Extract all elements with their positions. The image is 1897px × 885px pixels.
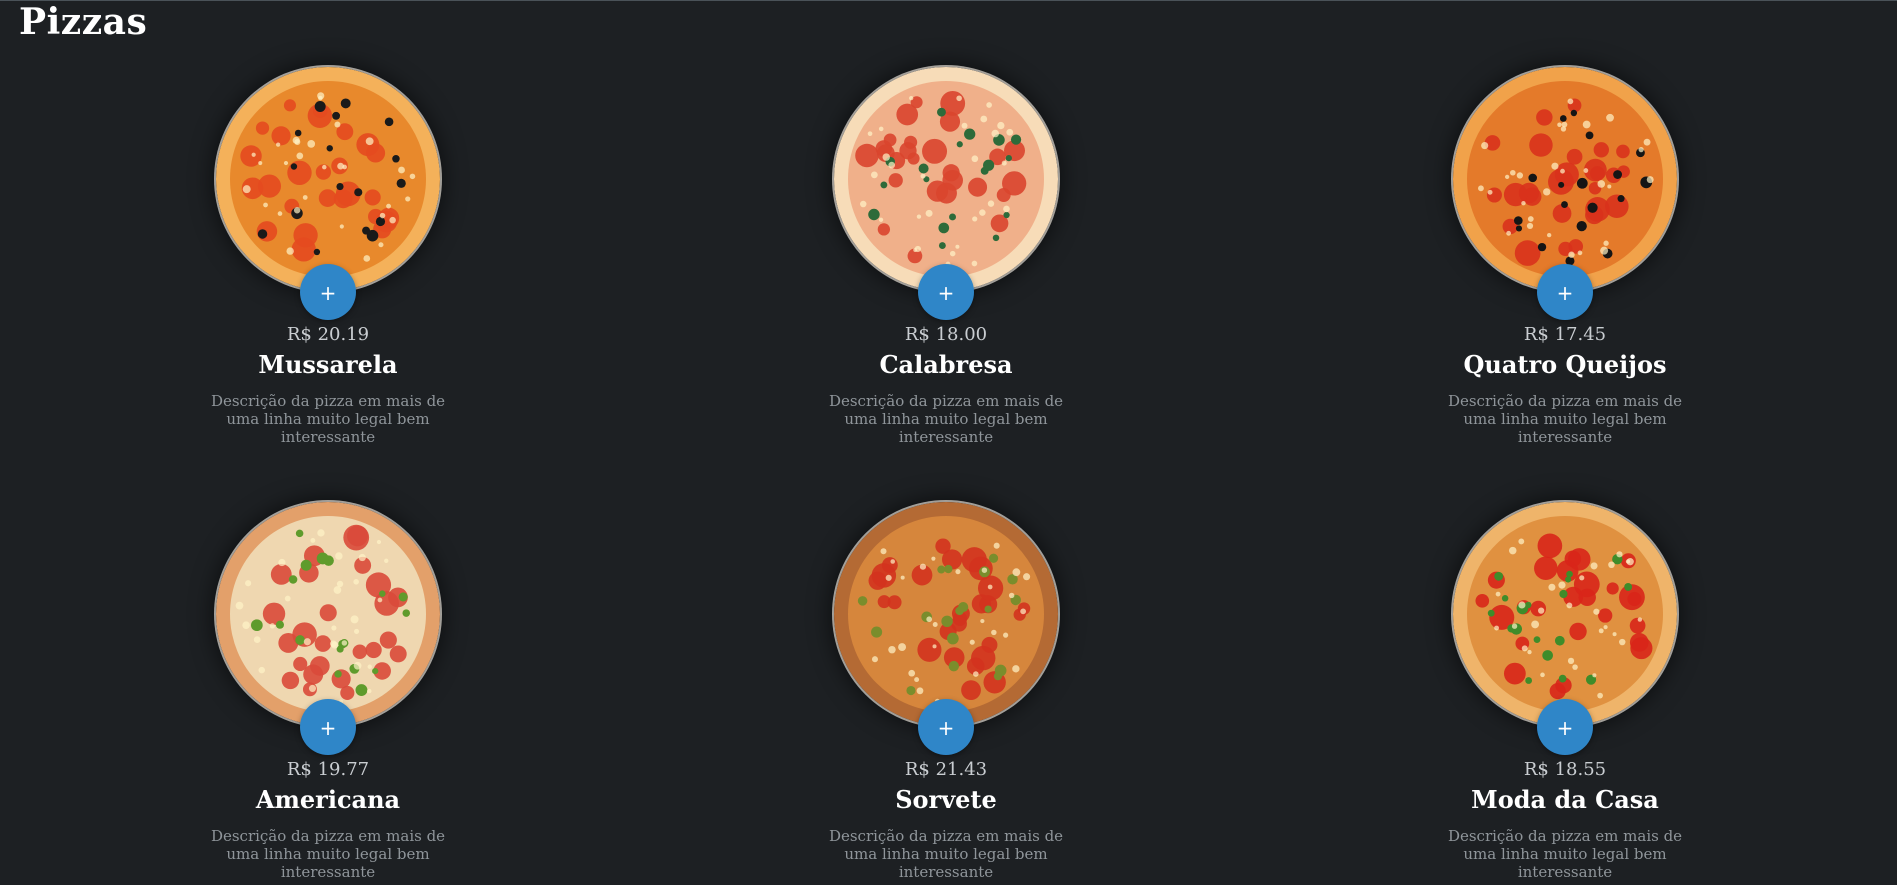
pizza-description: Descrição da pizza em mais de uma linha … [1447, 827, 1683, 881]
add-to-cart-button[interactable]: + [1537, 264, 1593, 320]
add-to-cart-button[interactable]: + [300, 699, 356, 755]
pizza-name: Quatro Queijos [1463, 350, 1667, 379]
pizza-description: Descrição da pizza em mais de uma linha … [1447, 392, 1683, 446]
pizza-price: R$ 18.00 [904, 324, 988, 345]
pizza-description: Descrição da pizza em mais de uma linha … [210, 827, 446, 881]
pizza-price: R$ 21.43 [904, 759, 988, 780]
pizza-name: Mussarela [258, 350, 398, 379]
pizza-image [216, 67, 440, 291]
pizza-name: Sorvete [895, 785, 997, 814]
pizza-image [1453, 502, 1677, 726]
add-to-cart-button[interactable]: + [1537, 699, 1593, 755]
pizza-image [834, 67, 1058, 291]
pizza-name: Moda da Casa [1471, 785, 1659, 814]
pizza-image [834, 502, 1058, 726]
pizza-grid: + R$ 20.19 Mussarela Descrição da pizza … [0, 1, 1897, 885]
pizza-price: R$ 20.19 [286, 324, 370, 345]
pizza-name: Calabresa [879, 350, 1013, 379]
pizza-card: + R$ 18.55 Moda da Casa Descrição da piz… [1410, 502, 1720, 881]
pizza-card: + R$ 17.45 Quatro Queijos Descrição da p… [1410, 67, 1720, 446]
pizza-price: R$ 19.77 [286, 759, 370, 780]
pizza-image [216, 502, 440, 726]
pizza-name: Americana [255, 785, 401, 814]
pizza-card: + R$ 19.77 Americana Descrição da pizza … [173, 502, 483, 881]
pizza-description: Descrição da pizza em mais de uma linha … [210, 392, 446, 446]
add-to-cart-button[interactable]: + [918, 699, 974, 755]
pizza-card: + R$ 18.00 Calabresa Descrição da pizza … [791, 67, 1101, 446]
pizza-price: R$ 17.45 [1523, 324, 1607, 345]
pizza-card: + R$ 20.19 Mussarela Descrição da pizza … [173, 67, 483, 446]
pizza-price: R$ 18.55 [1523, 759, 1607, 780]
pizza-description: Descrição da pizza em mais de uma linha … [828, 827, 1064, 881]
pizza-card: + R$ 21.43 Sorvete Descrição da pizza em… [791, 502, 1101, 881]
add-to-cart-button[interactable]: + [918, 264, 974, 320]
pizza-description: Descrição da pizza em mais de uma linha … [828, 392, 1064, 446]
pizza-image [1453, 67, 1677, 291]
add-to-cart-button[interactable]: + [300, 264, 356, 320]
